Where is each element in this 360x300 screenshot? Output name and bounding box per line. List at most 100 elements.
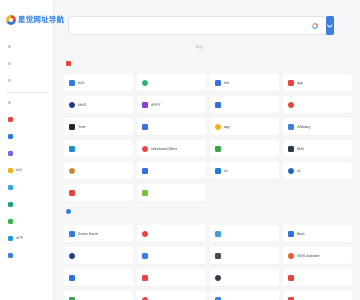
shield-icon: [66, 209, 71, 214]
site-card[interactable]: [137, 74, 206, 91]
site-card[interactable]: [210, 140, 279, 157]
site-card[interactable]: [283, 269, 352, 286]
fire-icon: [8, 116, 13, 122]
site-card[interactable]: [210, 96, 279, 113]
menu-icon: [8, 100, 11, 104]
logo[interactable]: 星觉网址导航: [6, 14, 64, 25]
site-card[interactable]: app: [210, 118, 279, 135]
sidebar-item-0[interactable]: [0, 113, 54, 125]
dot-icon: [8, 61, 11, 65]
site-card[interactable]: [64, 269, 133, 286]
site-icon: [288, 296, 294, 300]
sidebar-item-5[interactable]: [0, 198, 54, 210]
search-box: [68, 16, 334, 35]
site-card[interactable]: [137, 225, 206, 242]
sidebar-item-menu[interactable]: [0, 96, 54, 108]
site-icon: [69, 101, 75, 108]
sidebar-item-3[interactable]: AIG: [0, 164, 54, 176]
site-icon: [69, 230, 75, 237]
sidebar-item-label: AIG: [16, 168, 23, 172]
site-icon: [288, 252, 294, 259]
sidebar-item-1[interactable]: [0, 130, 54, 142]
site-card[interactable]: [137, 184, 206, 201]
site-card[interactable]: [210, 247, 279, 264]
site-icon: [215, 252, 221, 259]
site-label: Ilm: [224, 80, 230, 85]
sidebar-item-8[interactable]: [0, 249, 54, 261]
ai-icon: [8, 167, 13, 173]
site-card[interactable]: [137, 291, 206, 300]
site-card[interactable]: [137, 269, 206, 286]
shield-icon: [8, 133, 13, 139]
site-card[interactable]: [64, 140, 133, 157]
sidebar: 星觉网址导航 AIG APP: [0, 0, 64, 300]
site-card[interactable]: MAS: [64, 96, 133, 113]
qr-icon: [8, 252, 13, 258]
app-icon: [8, 235, 13, 241]
site-icon: [215, 79, 221, 86]
site-card[interactable]: Blob: [283, 225, 352, 242]
drop-icon: [8, 184, 13, 190]
site-card[interactable]: Ilm: [210, 74, 279, 91]
sidebar-item-4[interactable]: [0, 181, 54, 193]
site-card[interactable]: Zoom Earth: [64, 225, 133, 242]
fire-icon: [66, 61, 71, 66]
search-input[interactable]: [71, 18, 299, 33]
globe-icon: [8, 201, 13, 207]
site-card[interactable]: [64, 247, 133, 264]
sidebar-item-2[interactable]: [0, 147, 54, 159]
site-card[interactable]: Windows/Office: [137, 140, 206, 157]
site-icon: [142, 274, 148, 281]
site-card[interactable]: [137, 247, 206, 264]
site-card[interactable]: AI: [210, 162, 279, 179]
site-icon: [142, 167, 148, 174]
site-card[interactable]: [283, 291, 352, 300]
site-card[interactable]: IBM: [283, 140, 352, 157]
site-card[interactable]: Tree: [64, 118, 133, 135]
site-card[interactable]: app: [283, 74, 352, 91]
site-card[interactable]: AIG: [64, 74, 133, 91]
site-icon: [69, 145, 75, 152]
main-content: 本站 ... AIG Ilm app MAS APPT Tree app ZBbrary Win…: [58, 0, 360, 300]
site-card[interactable]: [64, 291, 133, 300]
site-label: Windows/Office: [151, 146, 178, 151]
site-card[interactable]: [210, 269, 279, 286]
site-label: AI: [297, 168, 301, 173]
grid-icon: [8, 150, 13, 156]
site-label: IBM: [297, 146, 304, 151]
site-card[interactable]: APPT: [137, 96, 206, 113]
site-label: APPT: [151, 102, 161, 107]
sidebar-item-top-3[interactable]: [0, 74, 54, 86]
site-card[interactable]: ZBbrary: [283, 118, 352, 135]
site-icon: [142, 123, 148, 130]
site-icon: [142, 296, 148, 300]
site-card[interactable]: [137, 162, 206, 179]
site-icon: [142, 101, 148, 108]
search-button[interactable]: [326, 16, 334, 35]
sidebar-item-top-1[interactable]: [0, 40, 54, 52]
sidebar-item-top-2[interactable]: [0, 57, 54, 69]
site-grid: AIG Ilm app MAS APPT Tree app ZBbrary Windows/Of…: [64, 74, 360, 201]
site-icon: [69, 167, 75, 174]
site-label: AI: [224, 168, 228, 173]
sidebar-item-6[interactable]: [0, 215, 54, 227]
site-card[interactable]: [210, 291, 279, 300]
site-card[interactable]: [137, 118, 206, 135]
site-card[interactable]: SMS Activate: [283, 247, 352, 264]
search-engine-icon[interactable]: [311, 22, 319, 30]
site-card[interactable]: [210, 225, 279, 242]
site-icon: [215, 274, 221, 281]
site-label: Blob: [297, 231, 305, 236]
site-icon: [215, 230, 221, 237]
site-card[interactable]: [64, 184, 133, 201]
site-card[interactable]: AI: [283, 162, 352, 179]
site-label: MAS: [78, 102, 87, 107]
sidebar-item-7[interactable]: APP: [0, 232, 54, 244]
dot-icon: [8, 44, 11, 48]
sidebar-divider: [6, 92, 48, 93]
site-card[interactable]: [283, 96, 352, 113]
site-icon: [69, 79, 75, 86]
site-icon: [69, 252, 75, 259]
site-label: Zoom Earth: [78, 231, 98, 236]
site-card[interactable]: [64, 162, 133, 179]
